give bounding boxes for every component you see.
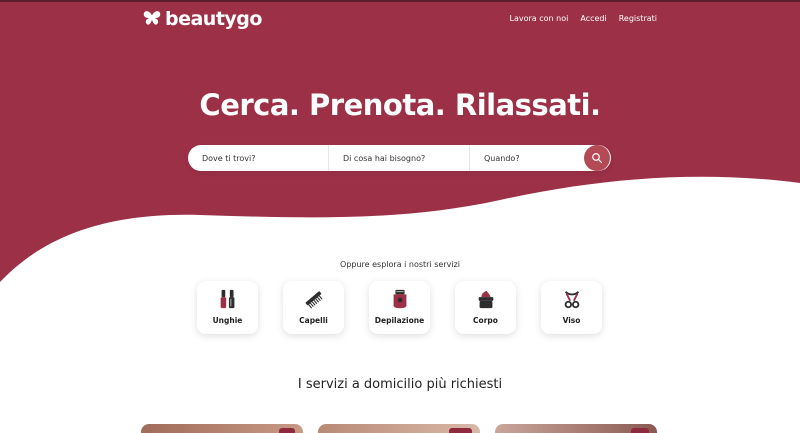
service-card-depilazione[interactable]: Depilazione xyxy=(369,281,430,334)
hero-headline: Cerca. Prenota. Rilassati. xyxy=(199,88,601,122)
popular-card-3[interactable] xyxy=(495,424,657,433)
butterfly-icon xyxy=(143,11,161,25)
popular-card-2[interactable] xyxy=(318,424,480,433)
epilator-icon xyxy=(393,289,406,309)
search-button[interactable] xyxy=(584,145,610,171)
service-label: Unghie xyxy=(212,316,243,325)
service-label: Viso xyxy=(562,316,581,325)
search-bar: Dove ti trovi? Di cosa hai bisogno? Quan… xyxy=(188,145,611,171)
eyelash-curler-icon xyxy=(564,291,579,309)
nav-accedi[interactable]: Accedi xyxy=(580,14,606,23)
top-nav: Lavora con noi Accedi Registrati xyxy=(510,14,657,23)
service-card-corpo[interactable]: Corpo xyxy=(455,281,516,334)
card-tag xyxy=(448,428,472,433)
service-card-unghie[interactable]: Unghie xyxy=(197,281,258,334)
search-icon xyxy=(592,153,603,164)
page: beautygo Lavora con noi Accedi Registrat… xyxy=(0,0,800,433)
service-card-capelli[interactable]: Capelli xyxy=(283,281,344,334)
logo[interactable]: beautygo xyxy=(141,8,262,30)
nav-lavora-con-noi[interactable]: Lavora con noi xyxy=(510,14,569,23)
location-field[interactable]: Dove ti trovi? xyxy=(188,145,329,171)
service-label: Capelli xyxy=(299,316,328,325)
brand-name: beautygo xyxy=(165,8,262,30)
card-tag xyxy=(279,428,295,433)
cream-jar-icon xyxy=(478,290,493,309)
services-list: Unghie Capelli Depilazione Corpo Viso xyxy=(197,281,602,334)
service-card-viso[interactable]: Viso xyxy=(541,281,602,334)
popular-card-1[interactable] xyxy=(141,424,303,433)
service-field[interactable]: Di cosa hai bisogno? xyxy=(329,145,470,171)
nail-polish-icon xyxy=(220,289,234,309)
top-border xyxy=(0,0,800,2)
popular-services-title: I servizi a domicilio più richiesti xyxy=(297,377,503,392)
date-field[interactable]: Quando? xyxy=(470,145,584,171)
explore-label: Oppure esplora i nostri servizi xyxy=(340,260,460,269)
card-tag xyxy=(631,428,649,433)
comb-icon xyxy=(305,291,323,309)
service-label: Depilazione xyxy=(374,316,425,325)
nav-registrati[interactable]: Registrati xyxy=(619,14,657,23)
service-label: Corpo xyxy=(473,316,498,325)
